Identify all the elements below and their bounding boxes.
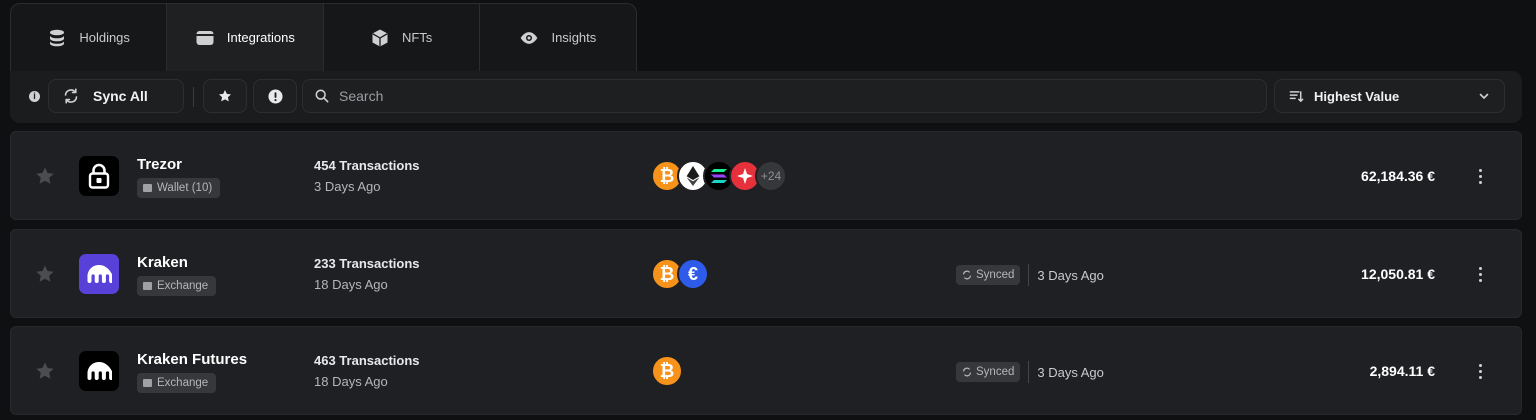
integration-value: 2,894.11 € bbox=[1369, 363, 1435, 379]
sync-status: Synced 3 Days Ago bbox=[956, 361, 1104, 383]
tab-label: NFTs bbox=[401, 30, 433, 45]
refresh-icon bbox=[64, 88, 78, 104]
type-badge: Exchange bbox=[137, 373, 217, 393]
tab-label: Holdings bbox=[79, 30, 130, 45]
kraken-futures-logo bbox=[79, 351, 119, 391]
database-icon bbox=[50, 29, 65, 46]
search-box[interactable] bbox=[302, 79, 1267, 113]
last-activity: 18 Days Ago bbox=[314, 374, 388, 389]
last-activity: 3 Days Ago bbox=[314, 179, 381, 194]
toolbar: i Sync All Highest Value bbox=[10, 71, 1522, 123]
more-options-icon[interactable] bbox=[1473, 166, 1487, 186]
favorite-star-icon[interactable] bbox=[35, 264, 55, 284]
bitcoin-icon: ₿ bbox=[651, 355, 683, 387]
status-divider bbox=[1028, 361, 1030, 383]
synced-label: Synced bbox=[976, 366, 1015, 378]
status-divider bbox=[1028, 264, 1030, 286]
synced-badge: Synced bbox=[956, 362, 1021, 382]
alert-icon bbox=[267, 88, 283, 104]
toolbar-divider bbox=[193, 87, 194, 107]
integration-name: Trezor bbox=[137, 156, 183, 173]
tab-insights[interactable]: Insights bbox=[480, 4, 636, 71]
bank-icon bbox=[143, 379, 152, 387]
transaction-count: 454 Transactions bbox=[314, 158, 420, 173]
integration-row[interactable]: Kraken Futures Exchange 463 Transactions… bbox=[10, 326, 1522, 415]
favorites-filter-button[interactable] bbox=[203, 79, 247, 113]
kraken-icon bbox=[87, 265, 112, 283]
integration-value: 62,184.36 € bbox=[1361, 168, 1435, 184]
type-badge-label: Exchange bbox=[157, 280, 209, 292]
transaction-count: 463 Transactions bbox=[314, 353, 420, 368]
favorite-star-icon[interactable] bbox=[35, 166, 55, 186]
kraken-logo bbox=[79, 254, 119, 294]
search-input[interactable] bbox=[339, 88, 1219, 104]
refresh-icon bbox=[962, 270, 972, 280]
sync-all-label: Sync All bbox=[93, 88, 148, 104]
alerts-filter-button[interactable] bbox=[253, 79, 297, 113]
integration-value: 12,050.81 € bbox=[1361, 266, 1435, 282]
bank-icon bbox=[143, 282, 152, 290]
chevron-down-icon bbox=[1479, 93, 1489, 99]
wallet-icon bbox=[196, 30, 214, 45]
integration-name: Kraken Futures bbox=[137, 351, 248, 368]
more-options-icon[interactable] bbox=[1473, 264, 1487, 284]
tab-label: Insights bbox=[551, 30, 597, 45]
synced-label: Synced bbox=[976, 269, 1015, 281]
info-icon[interactable]: i bbox=[29, 91, 40, 102]
search-icon bbox=[315, 89, 329, 103]
sort-icon bbox=[1289, 90, 1304, 102]
more-assets-count[interactable]: +24 bbox=[755, 160, 787, 192]
sync-status: Synced 3 Days Ago bbox=[956, 264, 1104, 286]
type-badge: Wallet (10) bbox=[137, 178, 221, 198]
more-options-icon[interactable] bbox=[1473, 361, 1487, 381]
type-badge: Exchange bbox=[137, 276, 217, 296]
type-badge-label: Exchange bbox=[157, 377, 209, 389]
last-activity: 18 Days Ago bbox=[314, 277, 388, 292]
transaction-count: 233 Transactions bbox=[314, 256, 420, 271]
tab-nfts[interactable]: NFTs bbox=[324, 4, 480, 71]
sort-dropdown[interactable]: Highest Value bbox=[1274, 79, 1505, 113]
synced-badge: Synced bbox=[956, 265, 1021, 285]
sync-time: 3 Days Ago bbox=[1037, 267, 1104, 283]
star-icon bbox=[218, 90, 232, 102]
tab-holdings[interactable]: Holdings bbox=[11, 4, 168, 71]
sync-all-button[interactable]: Sync All bbox=[48, 79, 184, 113]
kraken-icon bbox=[87, 362, 112, 380]
sync-time: 3 Days Ago bbox=[1037, 364, 1104, 380]
refresh-icon bbox=[962, 367, 972, 377]
trezor-logo bbox=[79, 156, 119, 196]
wallet-icon bbox=[143, 184, 152, 192]
tab-label: Integrations bbox=[226, 30, 295, 45]
integration-row[interactable]: Kraken Exchange 233 Transactions 18 Days… bbox=[10, 229, 1522, 318]
integration-name: Kraken bbox=[137, 254, 188, 271]
lock-icon bbox=[88, 163, 110, 189]
eye-icon bbox=[521, 31, 538, 44]
tab-bar: Holdings Integrations NFTs Insights bbox=[10, 3, 637, 71]
type-badge-label: Wallet (10) bbox=[157, 182, 213, 194]
tab-integrations[interactable]: Integrations bbox=[167, 4, 324, 71]
favorite-star-icon[interactable] bbox=[35, 361, 55, 381]
sort-label: Highest Value bbox=[1314, 88, 1400, 104]
integration-row[interactable]: Trezor Wallet (10) 454 Transactions 3 Da… bbox=[10, 131, 1522, 220]
cube-icon bbox=[372, 29, 388, 46]
euro-icon: € bbox=[677, 258, 709, 290]
